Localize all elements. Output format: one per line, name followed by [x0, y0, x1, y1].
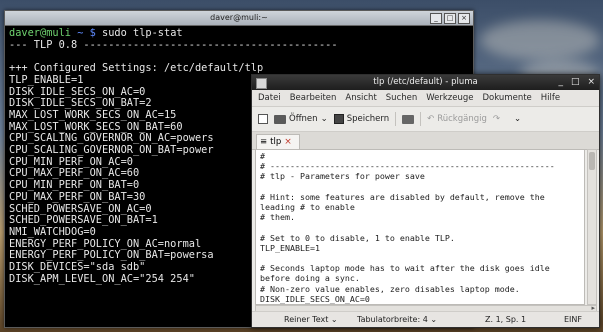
- toolbar-overflow-button[interactable]: ⌄: [514, 114, 521, 124]
- terminal-line: NMI_WATCHDOG=0: [9, 225, 96, 238]
- save-button[interactable]: Speichern: [333, 114, 390, 124]
- menu-bar: Datei Bearbeiten Ansicht Suchen Werkzeug…: [252, 90, 599, 107]
- editor-line: leading # to enable: [260, 202, 355, 213]
- editor-line: # tlp - Parameters for power save: [260, 171, 425, 182]
- pluma-minimize-button[interactable]: _: [558, 75, 563, 90]
- terminal-line: TLP_ENABLE=1: [9, 73, 84, 86]
- pluma-title: tlp (/etc/default) - pluma: [373, 77, 478, 87]
- terminal-line: DISK_IDLE_SECS_ON_AC=0: [9, 85, 146, 98]
- terminal-line: ENERGY_PERF_POLICY_ON_AC=normal: [9, 237, 202, 250]
- prompt-path: ~ $: [77, 27, 96, 39]
- editor-line: # Hint: some features are disabled by de…: [260, 191, 545, 202]
- terminal-line: CPU_SCALING_GOVERNOR_ON_AC=powers: [9, 132, 214, 145]
- terminal-line: CPU_MAX_PERF_ON_BAT=30: [9, 190, 146, 203]
- menu-hilfe[interactable]: Hilfe: [541, 90, 560, 106]
- menu-dokumente[interactable]: Dokumente: [483, 90, 532, 106]
- undo-icon: ↶: [427, 114, 435, 124]
- editor-content: # # ------------------------------------…: [260, 151, 555, 304]
- document-tabs: ≡ tlp ×: [252, 132, 599, 150]
- open-button[interactable]: Öffnen ⌄: [274, 114, 328, 124]
- editor-line: # Non-zero value enables, zero disables …: [260, 283, 520, 294]
- chevron-down-icon: ⌄: [514, 114, 522, 124]
- toolbar-separator: [420, 112, 422, 126]
- editor-line: # Seconds laptop mode has to wait after …: [260, 263, 550, 274]
- terminal-line: DISK_DEVICES="sda sdb": [9, 261, 146, 274]
- scrollbar-thumb[interactable]: [589, 152, 595, 170]
- tab-width-label: Tabulatorbreite: 4: [357, 315, 428, 324]
- chevron-down-icon: ⌄: [330, 315, 338, 324]
- terminal-title: daver@muli:~: [210, 13, 268, 22]
- chevron-down-icon: ⌄: [430, 315, 438, 324]
- syntax-label: Reiner Text: [284, 315, 329, 324]
- terminal-line: +++ Configured Settings: /etc/default/tl…: [9, 62, 264, 75]
- editor-line: #: [260, 151, 265, 161]
- pluma-titlebar[interactable]: tlp (/etc/default) - pluma _ □ ×: [252, 75, 599, 90]
- new-document-icon: [258, 114, 268, 124]
- terminal-line: MAX_LOST_WORK_SECS_ON_BAT=60: [9, 120, 183, 133]
- insert-mode: EINF: [564, 315, 582, 324]
- terminal-line: DISK_IDLE_SECS_ON_BAT=2: [9, 97, 152, 110]
- print-button[interactable]: [402, 114, 415, 124]
- print-icon: [402, 114, 415, 124]
- editor-line: TLP_ENABLE=1: [260, 242, 320, 253]
- pluma-window[interactable]: tlp (/etc/default) - pluma _ □ × Datei B…: [251, 74, 600, 328]
- menu-datei[interactable]: Datei: [258, 90, 281, 106]
- tab-tlp[interactable]: ≡ tlp ×: [256, 134, 300, 149]
- editor-line: # --------------------------------------…: [260, 161, 555, 172]
- pluma-app-icon: [256, 78, 267, 89]
- new-document-button[interactable]: [258, 114, 268, 124]
- close-tab-icon[interactable]: ×: [284, 135, 292, 150]
- close-button[interactable]: ×: [458, 13, 470, 24]
- save-icon: [333, 114, 344, 124]
- terminal-titlebar[interactable]: daver@muli:~ _ □ ×: [5, 11, 473, 26]
- maximize-button[interactable]: □: [444, 13, 456, 24]
- terminal-line: --- TLP 0.8 ----------------------------…: [9, 38, 338, 51]
- editor-line: DISK_IDLE_SECS_ON_AC=0: [260, 293, 370, 304]
- editor-line: before doing a sync.: [260, 273, 360, 284]
- prompt-user: daver@muli: [9, 27, 71, 39]
- terminal-line: CPU_SCALING_GOVERNOR_ON_BAT=power: [9, 144, 214, 157]
- toolbar-separator: [395, 112, 397, 126]
- terminal-command: sudo tlp-stat: [102, 27, 183, 39]
- folder-icon: [274, 114, 286, 124]
- terminal-line: CPU_MIN_PERF_ON_AC=0: [9, 155, 133, 168]
- editor-line: # Set to 0 to disable, 1 to enable TLP.: [260, 232, 455, 243]
- terminal-line: SCHED_POWERSAVE_ON_BAT=1: [9, 214, 158, 227]
- redo-button[interactable]: ↷: [493, 114, 500, 124]
- minimize-button[interactable]: _: [430, 13, 442, 24]
- terminal-line: ENERGY_PERF_POLICY_ON_BAT=powersa: [9, 249, 214, 262]
- menu-ansicht[interactable]: Ansicht: [345, 90, 376, 106]
- editor-line: # them.: [260, 212, 295, 223]
- terminal-line: CPU_MAX_PERF_ON_AC=60: [9, 167, 140, 180]
- menu-bearbeiten[interactable]: Bearbeiten: [290, 90, 337, 106]
- tab-width-selector[interactable]: Tabulatorbreite: 4 ⌄: [357, 312, 437, 327]
- document-icon: ≡: [260, 136, 268, 147]
- terminal-line: CPU_MIN_PERF_ON_BAT=0: [9, 179, 140, 192]
- terminal-line: DISK_APM_LEVEL_ON_AC="254 254": [9, 272, 195, 285]
- open-button-label: Öffnen: [289, 114, 318, 124]
- text-editor[interactable]: # # ------------------------------------…: [255, 149, 585, 305]
- pluma-close-button[interactable]: ×: [587, 75, 595, 90]
- vertical-scrollbar[interactable]: [587, 149, 597, 305]
- save-button-label: Speichern: [346, 114, 390, 124]
- menu-werkzeuge[interactable]: Werkzeuge: [426, 90, 473, 106]
- undo-button[interactable]: ↶ Rückgängig: [427, 114, 487, 124]
- tab-label: tlp: [270, 136, 282, 147]
- undo-button-label: Rückgängig: [437, 114, 487, 124]
- pluma-maximize-button[interactable]: □: [571, 75, 580, 90]
- cursor-position: Z. 1, Sp. 1: [485, 315, 527, 324]
- terminal-line: SCHED_POWERSAVE_ON_AC=0: [9, 202, 152, 215]
- menu-suchen[interactable]: Suchen: [386, 90, 417, 106]
- terminal-line: MAX_LOST_WORK_SECS_ON_AC=15: [9, 108, 177, 121]
- chevron-down-icon[interactable]: ⌄: [321, 114, 328, 124]
- toolbar: Öffnen ⌄ Speichern ↶ Rückgängig ↷ ⌄: [252, 107, 599, 132]
- syntax-selector[interactable]: Reiner Text ⌄: [284, 312, 338, 327]
- status-bar: Reiner Text ⌄ Tabulatorbreite: 4 ⌄ Z. 1,…: [252, 311, 599, 327]
- redo-icon: ↷: [492, 114, 500, 124]
